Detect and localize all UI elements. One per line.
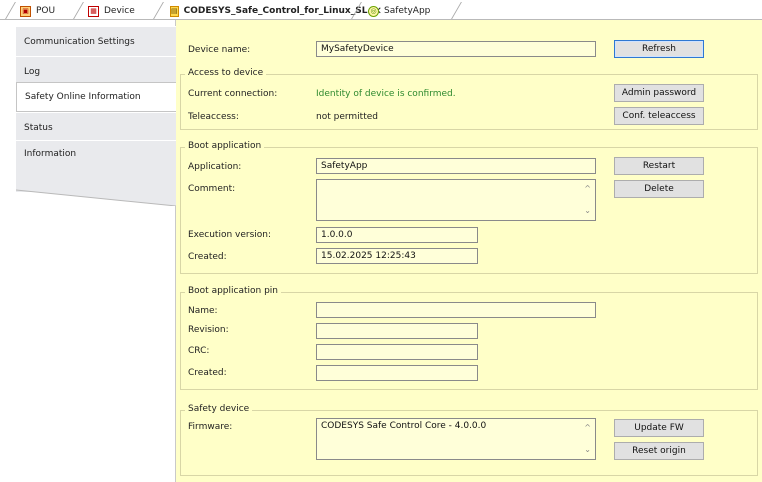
pin-revision-label: Revision:	[188, 325, 229, 335]
created-field[interactable]: 15.02.2025 12:25:43	[316, 248, 478, 264]
pin-crc-label: CRC:	[188, 346, 210, 356]
nav-item-safety-online-information[interactable]: Safety Online Information	[16, 82, 177, 112]
nav-item-label: Communication Settings	[24, 36, 135, 47]
editor-tab-strip: ▣ POU ▦ Device ▤ CODESYS_Safe_Control_fo…	[0, 0, 762, 20]
application-icon: ◎	[368, 5, 379, 17]
pin-crc-field[interactable]	[316, 344, 478, 360]
safety-device-group-title: Safety device	[185, 404, 253, 414]
admin-password-button[interactable]: Admin password	[614, 84, 704, 102]
comment-field[interactable]: ^ ⌄	[316, 179, 596, 221]
pin-created-field[interactable]	[316, 365, 478, 381]
comment-label: Comment:	[188, 184, 236, 194]
application-field[interactable]: SafetyApp	[316, 158, 596, 174]
restart-button[interactable]: Restart	[614, 157, 704, 175]
scroll-up-icon[interactable]: ^	[584, 423, 591, 432]
teleaccess-label: Teleaccess:	[188, 112, 239, 122]
scroll-down-icon[interactable]: ⌄	[584, 445, 591, 454]
refresh-button[interactable]: Refresh	[614, 40, 704, 58]
teleaccess-value: not permitted	[316, 112, 378, 122]
pin-revision-field[interactable]	[316, 323, 478, 339]
access-group-title: Access to device	[185, 68, 267, 78]
tab-safe-control-device[interactable]: ▤ CODESYS_Safe_Control_for_Linux_SL ✕	[164, 2, 382, 20]
conf-teleaccess-button[interactable]: Conf. teleaccess	[614, 107, 704, 125]
pin-name-label: Name:	[188, 306, 218, 316]
tab-device[interactable]: ▦ Device	[82, 2, 152, 20]
tab-pou-label: POU	[36, 6, 56, 16]
pou-icon: ▣	[20, 5, 31, 17]
nav-item-label: Safety Online Information	[25, 92, 141, 102]
nav-item-communication-settings[interactable]: Communication Settings	[16, 26, 176, 56]
tab-app-label: SafetyApp	[384, 6, 431, 16]
created-label: Created:	[188, 252, 227, 262]
device-name-field[interactable]: MySafetyDevice	[316, 41, 596, 57]
nav-item-label: Status	[24, 122, 53, 133]
nav-tab-edge	[16, 182, 176, 206]
execution-version-label: Execution version:	[188, 230, 272, 240]
nav-item-status[interactable]: Status	[16, 112, 176, 142]
firmware-field[interactable]: CODESYS Safe Control Core - 4.0.0.0 ^ ⌄	[316, 418, 596, 460]
pin-name-field[interactable]	[316, 302, 596, 318]
update-fw-button[interactable]: Update FW	[614, 419, 704, 437]
delete-button[interactable]: Delete	[614, 180, 704, 198]
application-label: Application:	[188, 162, 242, 172]
tab-pou[interactable]: ▣ POU	[14, 2, 74, 20]
tab-device-label: Device	[104, 6, 135, 16]
device-name-label: Device name:	[188, 45, 251, 55]
firmware-value: CODESYS Safe Control Core - 4.0.0.0	[321, 421, 487, 431]
execution-version-field[interactable]: 1.0.0.0	[316, 227, 478, 243]
pin-created-label: Created:	[188, 368, 227, 378]
device-icon: ▦	[88, 5, 99, 17]
current-connection-label: Current connection:	[188, 89, 278, 99]
boot-application-group-title: Boot application	[185, 141, 265, 151]
scroll-down-icon[interactable]: ⌄	[584, 206, 591, 215]
current-connection-value: Identity of device is confirmed.	[316, 89, 456, 99]
safety-online-information-panel: Device name: MySafetyDevice Refresh Acce…	[176, 20, 762, 482]
scroll-up-icon[interactable]: ^	[584, 184, 591, 193]
safety-device-icon: ▤	[170, 5, 179, 17]
boot-application-pin-group-title: Boot application pin	[185, 286, 281, 296]
device-editor-nav: Communication Settings Log Safety Online…	[0, 20, 177, 482]
firmware-label: Firmware:	[188, 422, 233, 432]
reset-origin-button[interactable]: Reset origin	[614, 442, 704, 460]
tab-safetyapp[interactable]: ◎ SafetyApp	[362, 2, 454, 20]
tab-active-label: CODESYS_Safe_Control_for_Linux_SL	[183, 6, 368, 16]
nav-item-label: Information	[24, 149, 77, 159]
tab-separator	[153, 2, 164, 19]
nav-item-label: Log	[24, 66, 41, 77]
